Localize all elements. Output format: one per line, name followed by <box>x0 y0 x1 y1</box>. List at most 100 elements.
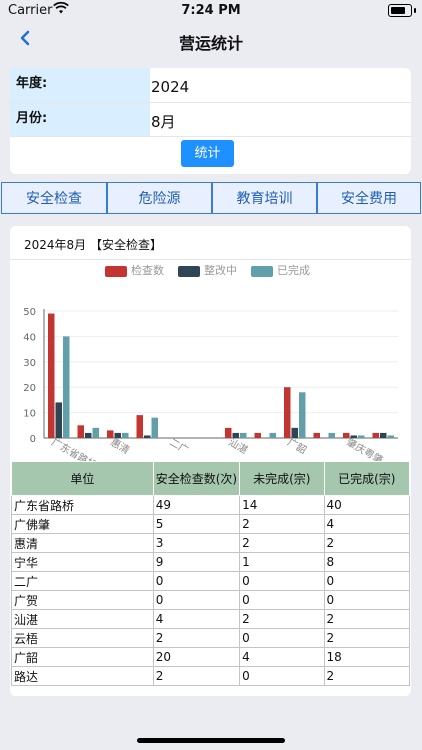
table-row: 宁华 9 1 8 <box>11 552 411 572</box>
bar-2-8[interactable] <box>299 392 306 438</box>
table-cell: 0 <box>152 590 241 610</box>
filter-form: 年度: 2024 月份: 8月 统计 <box>10 68 411 174</box>
tab-hazard-source[interactable]: 危险源 <box>107 182 212 214</box>
table-cell: 0 <box>239 666 325 686</box>
tab-safety-expenses[interactable]: 安全费用 <box>317 182 421 214</box>
bar-2-10[interactable] <box>358 435 365 438</box>
table-cell: 2 <box>323 533 411 553</box>
table-cell: 广贺 <box>11 590 154 610</box>
x-tick-label: 二广 <box>167 436 190 456</box>
table-cell: 49 <box>152 495 241 515</box>
table-cell: 2 <box>323 609 411 629</box>
table-cell: 4 <box>239 647 325 667</box>
table-row: 路达 2 0 2 <box>11 666 411 686</box>
year-label: 年度: <box>10 68 150 102</box>
table-row: 二广 0 0 0 <box>11 571 411 591</box>
bar-2-3[interactable] <box>151 417 159 438</box>
bar-2-11[interactable] <box>387 435 395 438</box>
table-cell: 0 <box>239 590 325 610</box>
table-cell: 3 <box>152 533 241 553</box>
bar-2-2[interactable] <box>122 432 129 438</box>
bar-1-1[interactable] <box>85 432 92 438</box>
x-tick-label: 广韶 <box>285 435 309 456</box>
month-field[interactable]: 8月 <box>151 111 176 132</box>
y-tick-label: 50 <box>23 307 36 318</box>
legend-label: 整改中 <box>204 264 237 277</box>
table-cell: 云梧 <box>11 628 154 648</box>
tab-safety-inspection[interactable]: 安全检查 <box>1 182 107 214</box>
bar-0-3[interactable] <box>136 415 144 438</box>
table-cell: 2 <box>152 628 241 648</box>
table-cell: 2 <box>239 514 325 534</box>
table-cell: 2 <box>323 628 411 648</box>
table-cell: 1 <box>239 552 325 572</box>
x-tick-label: 汕湛 <box>226 436 249 456</box>
legend-label: 检查数 <box>131 264 164 277</box>
bar-chart: 0 10 20 30 40 50 广东省路桥 惠清 二广 汕湛 广韶 肇庆粤肇 <box>23 307 398 461</box>
table-cell: 40 <box>323 495 411 515</box>
column-header: 已完成(宗) <box>323 461 411 496</box>
table-row: 汕湛 4 2 2 <box>11 609 411 629</box>
table-row: 广韶 20 4 18 <box>11 647 411 667</box>
bar-0-11[interactable] <box>372 432 380 438</box>
table-cell: 宁华 <box>11 552 154 572</box>
tab-education-training[interactable]: 教育培训 <box>212 182 317 214</box>
table-cell: 汕湛 <box>11 609 154 629</box>
statistics-button[interactable]: 统计 <box>181 140 234 167</box>
bar-2-1[interactable] <box>92 427 100 438</box>
table-cell: 4 <box>152 609 241 629</box>
column-header: 未完成(宗) <box>239 461 325 496</box>
bar-0-6[interactable] <box>225 427 232 438</box>
table-cell: 广东省路桥 <box>11 495 154 515</box>
bar-2-7[interactable] <box>269 432 277 438</box>
table-cell: 14 <box>239 495 325 515</box>
x-tick-label: 广东省路桥 <box>49 435 99 461</box>
table-cell: 2 <box>239 609 325 629</box>
table-cell: 20 <box>152 647 241 667</box>
table-row: 惠清 3 2 2 <box>11 533 411 553</box>
table-cell: 4 <box>323 514 411 534</box>
table-cell: 二广 <box>11 571 154 591</box>
bar-1-8[interactable] <box>291 427 299 438</box>
table-cell: 0 <box>323 590 411 610</box>
table-cell: 0 <box>323 571 411 591</box>
bar-2-6[interactable] <box>240 432 247 438</box>
column-header: 安全检查数(次) <box>152 461 241 496</box>
table-cell: 5 <box>152 514 241 534</box>
bar-2-9[interactable] <box>328 432 336 438</box>
table-cell: 2 <box>239 533 325 553</box>
y-tick-label: 0 <box>30 434 36 445</box>
nav-bar: 营运统计 <box>0 22 422 58</box>
column-header: 单位 <box>11 461 154 496</box>
bar-0-1[interactable] <box>77 425 85 438</box>
bar-1-11[interactable] <box>380 432 387 438</box>
table-cell: 0 <box>239 571 325 591</box>
home-indicator <box>137 738 285 743</box>
y-tick-label: 10 <box>23 409 36 420</box>
table-row: 云梧 2 0 2 <box>11 628 411 648</box>
year-field[interactable]: 2024 <box>151 78 189 96</box>
x-tick-label: 肇庆粤肇 <box>344 435 385 461</box>
bar-0-0[interactable] <box>48 313 55 438</box>
table-cell: 0 <box>239 628 325 648</box>
bar-1-0[interactable] <box>55 402 63 438</box>
bar-1-3[interactable] <box>144 435 151 438</box>
table-cell: 广佛肇 <box>11 514 154 534</box>
table-cell: 8 <box>323 552 411 572</box>
status-bar: Carrier 7:24 PM <box>0 0 422 22</box>
legend-item-inspections[interactable]: 检查数 <box>105 262 164 278</box>
bar-0-2[interactable] <box>107 430 114 438</box>
table-cell: 路达 <box>11 666 154 686</box>
y-tick-label: 40 <box>23 332 36 343</box>
clock: 7:24 PM <box>181 3 241 18</box>
legend-item-completed[interactable]: 已完成 <box>251 262 310 278</box>
table-row: 广贺 0 0 0 <box>11 590 411 610</box>
table-cell: 9 <box>152 552 241 572</box>
bar-0-7[interactable] <box>254 432 262 438</box>
legend-item-rectifying[interactable]: 整改中 <box>178 262 237 278</box>
legend-label: 已完成 <box>277 264 310 277</box>
bar-0-9[interactable] <box>313 432 321 438</box>
bar-2-0[interactable] <box>63 336 70 438</box>
bar-0-8[interactable] <box>284 387 291 438</box>
table-row: 广佛肇 5 2 4 <box>11 514 411 534</box>
